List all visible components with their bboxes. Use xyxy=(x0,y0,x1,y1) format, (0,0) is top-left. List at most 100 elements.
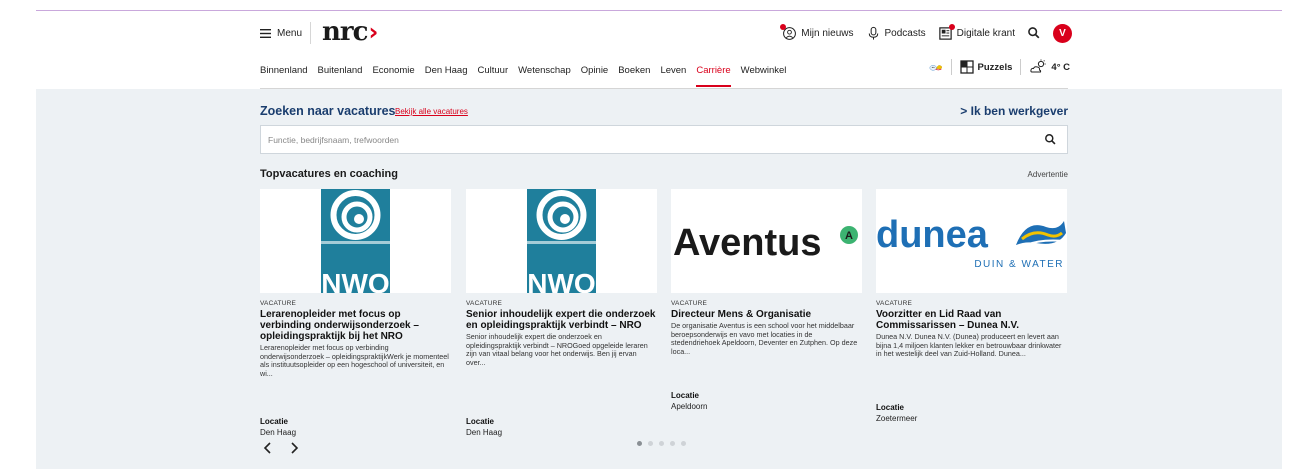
dunea-logo-text: dunea xyxy=(876,214,989,256)
menu-button[interactable]: Menu xyxy=(260,25,302,41)
vacancy-card-image[interactable]: dunea DUIN & WATER xyxy=(876,189,1067,293)
section-title: Topvacatures en coaching xyxy=(260,168,398,180)
nav-extras: Puzzels 4° C xyxy=(929,59,1070,75)
vacancy-description: Dunea N.V. Dunea N.V. (Dunea) produceert… xyxy=(876,332,1062,359)
nwo-logo-text: NWO xyxy=(321,268,389,293)
digitale-krant-link[interactable]: Digitale krant xyxy=(938,23,1015,41)
carousel-dot[interactable] xyxy=(681,441,686,446)
weather-temperature: 4° C xyxy=(1051,61,1070,73)
vacancy-location: Locatie Den Haag xyxy=(466,417,502,437)
notification-dot xyxy=(948,23,955,30)
vacancy-title[interactable]: Voorzitter en Lid Raad van Commissarisse… xyxy=(876,309,1067,331)
aventus-logo-text: Aventus xyxy=(673,222,822,264)
chevron-right-icon[interactable] xyxy=(288,441,300,455)
location-value: Apeldoorn xyxy=(671,402,708,411)
puzzels-link[interactable]: Puzzels xyxy=(959,60,1013,74)
menu-label: Menu xyxy=(277,27,303,39)
location-label: Locatie xyxy=(671,391,700,400)
podcasts-link[interactable]: Podcasts xyxy=(866,26,926,41)
vacancy-card[interactable]: dunea DUIN & WATER VACATURE Voorzitter e… xyxy=(876,189,1067,423)
nav-item-webwinkel[interactable]: Webwinkel xyxy=(741,65,787,76)
user-avatar[interactable]: V xyxy=(1053,23,1072,43)
location-label: Locatie xyxy=(876,403,905,412)
location-label: Locatie xyxy=(260,417,289,426)
weather-widget[interactable]: 4° C xyxy=(1029,59,1070,75)
game-characters-icon[interactable] xyxy=(929,60,943,74)
dunea-logo: dunea DUIN & WATER xyxy=(876,214,1066,270)
logo-chevron-icon: › xyxy=(368,18,378,46)
main-nav: Binnenland Buitenland Economie Den Haag … xyxy=(260,65,796,87)
aventus-badge-text: A xyxy=(845,230,853,242)
nav-item-economie[interactable]: Economie xyxy=(372,65,414,76)
carousel-dots xyxy=(637,441,686,446)
newspaper-icon xyxy=(938,23,955,41)
nav-item-binnenland[interactable]: Binnenland xyxy=(260,65,308,76)
vacancy-title[interactable]: Directeur Mens & Organisatie xyxy=(671,309,862,320)
puzzels-label: Puzzels xyxy=(977,61,1013,73)
search-title: Zoeken naar vacatures xyxy=(260,104,396,118)
nav-item-buitenland[interactable]: Buitenland xyxy=(318,65,363,76)
carousel-dot[interactable] xyxy=(648,441,653,446)
mijn-nieuws-label: Mijn nieuws xyxy=(801,27,854,39)
advertisement-label: Advertentie xyxy=(1027,170,1068,179)
logo-text: nrc xyxy=(322,17,368,47)
carousel-dot[interactable] xyxy=(637,441,642,446)
header-utility-links: Mijn nieuws Podcasts Digitale krant V xyxy=(780,23,1072,43)
location-value: Den Haag xyxy=(260,428,297,437)
nav-item-cultuur[interactable]: Cultuur xyxy=(477,65,508,76)
notification-dot xyxy=(780,23,787,30)
vacancy-title[interactable]: Lerarenopleider met focus op verbinding … xyxy=(260,309,451,342)
nwo-logo-text: NWO xyxy=(527,268,595,293)
vacancy-location: Locatie Zoetermeer xyxy=(876,403,917,423)
nrc-logo[interactable]: nrc › xyxy=(322,17,378,47)
mijn-nieuws-icon xyxy=(780,23,797,41)
carousel-navigation xyxy=(262,441,300,455)
microphone-icon xyxy=(868,26,878,40)
vacancy-card-image[interactable]: NWO xyxy=(260,189,451,293)
location-value: Zoetermeer xyxy=(876,414,918,423)
digitale-krant-label: Digitale krant xyxy=(956,27,1015,39)
carousel-dot[interactable] xyxy=(670,441,675,446)
all-vacancies-link[interactable]: Bekijk alle vacatures xyxy=(395,107,468,116)
aventus-logo: Aventus A xyxy=(673,222,858,264)
vacancy-description: Lerarenopleider met focus op verbinding … xyxy=(260,343,449,378)
carousel-dot[interactable] xyxy=(659,441,664,446)
dunea-logo-subtext: DUIN & WATER xyxy=(974,259,1064,270)
nav-item-carriere[interactable]: Carrière xyxy=(696,65,731,87)
vacancy-search-box xyxy=(260,125,1068,154)
search-icon[interactable] xyxy=(1027,26,1041,40)
nwo-logo: NWO xyxy=(527,189,596,293)
vacancy-kicker: VACATURE xyxy=(466,300,503,307)
chevron-left-icon[interactable] xyxy=(262,441,274,455)
nav-item-boeken[interactable]: Boeken xyxy=(618,65,650,76)
vacancy-kicker: VACATURE xyxy=(876,300,913,307)
location-value: Den Haag xyxy=(466,428,503,437)
vacancy-card[interactable]: NWO VACATURE Lerarenopleider met focus o… xyxy=(260,189,451,437)
vacancy-description: Senior inhoudelijk expert die onderzoek … xyxy=(466,332,648,367)
nav-divider xyxy=(1020,59,1022,75)
vacancy-description: De organisatie Aventus is een school voo… xyxy=(671,321,858,356)
nav-item-wetenschap[interactable]: Wetenschap xyxy=(518,65,571,76)
vacancy-card[interactable]: NWO VACATURE Senior inhoudelijk expert d… xyxy=(466,189,657,437)
nav-item-opinie[interactable]: Opinie xyxy=(581,65,608,76)
weather-cloud-sun-icon xyxy=(1030,59,1047,73)
podcasts-label: Podcasts xyxy=(884,27,926,39)
vacancy-location: Locatie Apeldoorn xyxy=(671,391,707,411)
vacancy-search-input[interactable] xyxy=(261,126,1067,153)
nav-item-leven[interactable]: Leven xyxy=(660,65,686,76)
page-content: Menu nrc › Mijn nieuws Podcasts Digitale… xyxy=(36,11,1282,469)
header-divider xyxy=(310,22,311,44)
vacancy-card-image[interactable]: NWO xyxy=(466,189,657,293)
employer-link[interactable]: > Ik ben werkgever xyxy=(960,104,1068,118)
puzzle-grid-icon xyxy=(959,60,974,74)
hamburger-icon xyxy=(260,28,271,38)
vacancy-kicker: VACATURE xyxy=(260,300,297,307)
vacancy-card-image[interactable]: Aventus A xyxy=(671,189,862,293)
site-header: Menu nrc › Mijn nieuws Podcasts Digitale… xyxy=(36,11,1282,89)
nav-item-den-haag[interactable]: Den Haag xyxy=(425,65,468,76)
vacancy-title[interactable]: Senior inhoudelijk expert die onderzoek … xyxy=(466,309,657,331)
mijn-nieuws-link[interactable]: Mijn nieuws xyxy=(780,23,854,41)
vacancy-card[interactable]: Aventus A VACATURE Directeur Mens & Orga… xyxy=(671,189,862,411)
search-submit-icon[interactable] xyxy=(1044,133,1057,146)
nav-divider xyxy=(950,59,952,75)
